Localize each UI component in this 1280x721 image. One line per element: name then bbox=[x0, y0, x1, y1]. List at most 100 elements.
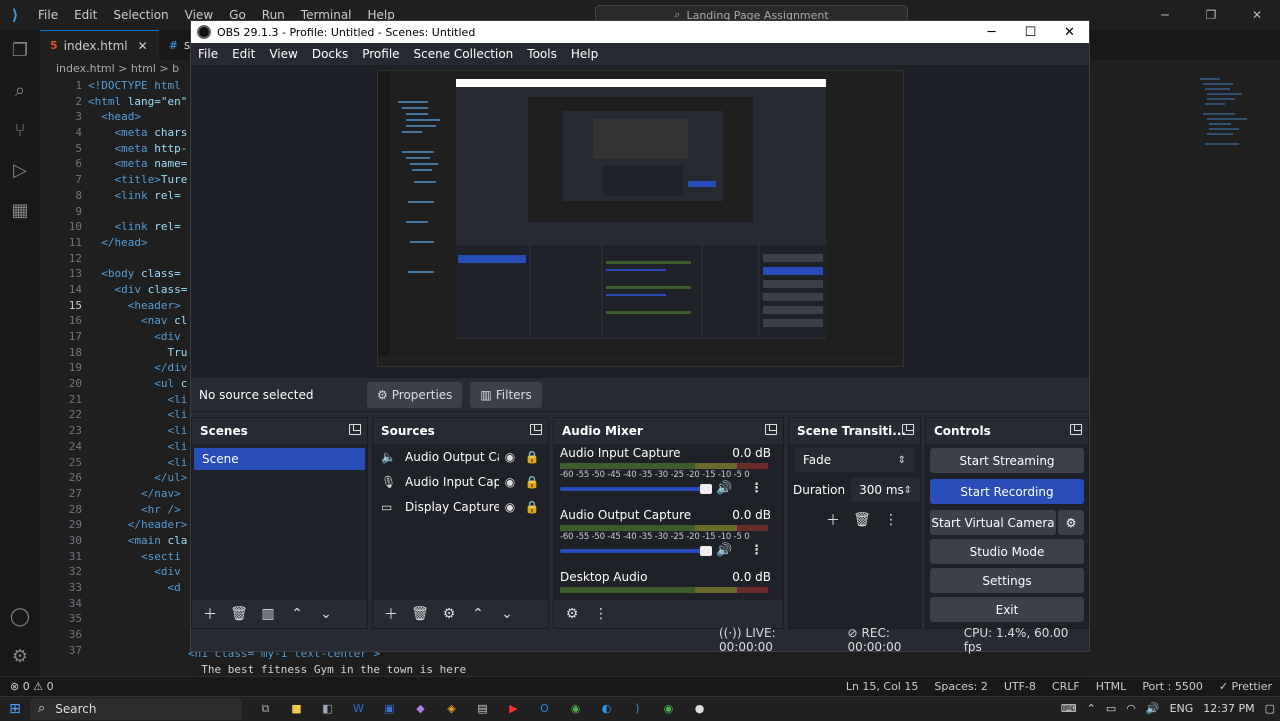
lock-icon[interactable]: 🔒 bbox=[521, 500, 543, 514]
slider-handle[interactable] bbox=[700, 546, 712, 556]
notification-icon[interactable]: ▢ bbox=[1265, 702, 1275, 715]
problems-indicator[interactable]: ⊗ 0 ⚠ 0 bbox=[0, 680, 54, 693]
word-icon[interactable]: W bbox=[343, 697, 374, 721]
trash-icon[interactable]: 🗑 bbox=[848, 508, 876, 532]
volume-icon[interactable]: 🔊 bbox=[716, 481, 732, 496]
vscode-taskbar-icon[interactable]: ⟩ bbox=[622, 697, 653, 721]
minimize-icon[interactable]: ─ bbox=[972, 25, 1011, 40]
settings-button[interactable]: Settings bbox=[930, 568, 1084, 593]
start-recording-button[interactable]: Start Recording bbox=[930, 479, 1084, 504]
advanced-audio-icon[interactable]: ⚙ bbox=[558, 602, 586, 626]
obs-taskbar-icon[interactable]: ● bbox=[684, 697, 715, 721]
filters-button[interactable]: ▥ Filters bbox=[470, 381, 542, 408]
add-icon[interactable]: ＋ bbox=[196, 602, 224, 626]
keyboard-icon[interactable]: ⌨ bbox=[1061, 702, 1077, 715]
chrome-icon[interactable]: ◉ bbox=[560, 697, 591, 721]
close-icon[interactable]: ✕ bbox=[1050, 25, 1089, 40]
extensions-icon[interactable]: ▦ bbox=[0, 190, 40, 230]
undock-icon[interactable] bbox=[349, 424, 361, 435]
outlook-icon[interactable]: O bbox=[529, 697, 560, 721]
close-tab-icon[interactable]: ✕ bbox=[138, 39, 148, 53]
chevron-up-icon[interactable]: ⌃ bbox=[283, 602, 311, 626]
undock-icon[interactable] bbox=[530, 424, 542, 435]
source-control-icon[interactable]: ⑂ bbox=[0, 110, 40, 150]
gear-icon[interactable]: ⚙ bbox=[0, 636, 40, 676]
obs-menu-item[interactable]: Docks bbox=[312, 47, 348, 61]
windows-start-icon[interactable]: ⊞ bbox=[0, 697, 30, 721]
volume-slider[interactable] bbox=[560, 549, 710, 553]
maximize-icon[interactable]: ☐ bbox=[1011, 25, 1050, 40]
trash-icon[interactable]: 🗑 bbox=[225, 602, 253, 626]
clock[interactable]: 12:37 PM bbox=[1203, 702, 1254, 715]
duration-spinbox[interactable]: 300 ms ⇕ bbox=[851, 478, 920, 502]
chevron-down-icon[interactable]: ⌄ bbox=[493, 602, 521, 626]
properties-button[interactable]: ⚙ Properties bbox=[367, 381, 463, 408]
tab-index-html[interactable]: 5 index.html ✕ bbox=[40, 30, 159, 60]
status-item[interactable]: HTML bbox=[1096, 680, 1127, 693]
vscode-menu-item[interactable]: Edit bbox=[74, 8, 97, 22]
trash-icon[interactable]: 🗑 bbox=[406, 602, 434, 626]
undock-icon[interactable] bbox=[902, 424, 914, 435]
obs-menu-item[interactable]: File bbox=[198, 47, 218, 61]
start-streaming-button[interactable]: Start Streaming bbox=[930, 448, 1084, 473]
stream-preview[interactable] bbox=[377, 70, 904, 367]
filter-icon[interactable]: ▥ bbox=[254, 602, 282, 626]
minimize-icon[interactable]: ─ bbox=[1142, 0, 1188, 30]
status-item[interactable]: CRLF bbox=[1052, 680, 1080, 693]
stepper-icon[interactable]: ⇕ bbox=[904, 485, 912, 496]
add-icon[interactable]: ＋ bbox=[377, 602, 405, 626]
close-icon[interactable]: ✕ bbox=[1234, 0, 1280, 30]
undock-icon[interactable] bbox=[765, 424, 777, 435]
app-icon[interactable]: ▣ bbox=[374, 697, 405, 721]
exit-button[interactable]: Exit bbox=[930, 597, 1084, 622]
status-item[interactable]: Port : 5500 bbox=[1142, 680, 1203, 693]
explorer-icon[interactable]: ❐ bbox=[0, 30, 40, 70]
obs-menu-item[interactable]: Scene Collection bbox=[414, 47, 514, 61]
lock-icon[interactable]: 🔒 bbox=[521, 475, 543, 489]
app-icon[interactable]: ◈ bbox=[436, 697, 467, 721]
wifi-icon[interactable]: ◠ bbox=[1126, 702, 1136, 715]
lock-icon[interactable]: 🔒 bbox=[521, 450, 543, 464]
app-icon[interactable]: ◆ bbox=[405, 697, 436, 721]
add-icon[interactable]: ＋ bbox=[819, 508, 847, 532]
gear-icon[interactable]: ⚙ bbox=[435, 602, 463, 626]
maximize-icon[interactable]: ❐ bbox=[1188, 0, 1234, 30]
language-indicator[interactable]: ENG bbox=[1170, 702, 1194, 715]
more-icon[interactable]: ⋮ bbox=[750, 481, 763, 496]
obs-menu-item[interactable]: Edit bbox=[232, 47, 255, 61]
app-icon[interactable]: ◧ bbox=[312, 697, 343, 721]
status-item[interactable]: Ln 15, Col 15 bbox=[846, 680, 919, 693]
eye-icon[interactable]: ◉ bbox=[499, 475, 521, 489]
more-icon[interactable]: ⋮ bbox=[750, 543, 763, 558]
undock-icon[interactable] bbox=[1070, 424, 1082, 435]
taskbar-search[interactable]: ⌕ Search bbox=[30, 697, 242, 720]
volume-icon[interactable]: 🔊 bbox=[716, 543, 732, 558]
obs-menu-item[interactable]: Help bbox=[571, 47, 598, 61]
more-icon[interactable]: ⋮ bbox=[877, 508, 905, 532]
battery-icon[interactable]: ▭ bbox=[1106, 702, 1116, 715]
calculator-icon[interactable]: ▤ bbox=[467, 697, 498, 721]
obs-menu-item[interactable]: View bbox=[269, 47, 297, 61]
search-icon[interactable]: ⌕ bbox=[0, 70, 40, 110]
transition-select[interactable]: Fade ⇕ bbox=[795, 448, 914, 472]
code-editor[interactable]: <!DOCTYPE html <html lang="en" <head> <me… bbox=[88, 78, 190, 678]
volume-slider[interactable] bbox=[560, 487, 710, 491]
file-explorer-icon[interactable]: ■ bbox=[281, 697, 312, 721]
status-item[interactable]: ✓ Prettier bbox=[1219, 680, 1272, 693]
chevron-up-icon[interactable]: ⌃ bbox=[464, 602, 492, 626]
source-item[interactable]: 🔈 Audio Output Capt ◉ 🔒 bbox=[373, 444, 548, 469]
vscode-menu-item[interactable]: Selection bbox=[113, 8, 168, 22]
source-item[interactable]: 🎙 Audio Input Captu ◉ 🔒 bbox=[373, 469, 548, 494]
start-virtual-camera-button[interactable]: Start Virtual Camera bbox=[930, 510, 1056, 535]
eye-icon[interactable]: ◉ bbox=[499, 450, 521, 464]
gear-icon[interactable]: ⚙ bbox=[1058, 510, 1084, 535]
task-view-icon[interactable]: ⧉ bbox=[250, 697, 281, 721]
obs-menu-item[interactable]: Profile bbox=[362, 47, 399, 61]
status-item[interactable]: Spaces: 2 bbox=[934, 680, 987, 693]
eye-icon[interactable]: ◉ bbox=[499, 500, 521, 514]
chevron-down-icon[interactable]: ⌄ bbox=[312, 602, 340, 626]
studio-mode-button[interactable]: Studio Mode bbox=[930, 539, 1084, 564]
obs-menu-item[interactable]: Tools bbox=[527, 47, 557, 61]
edge-icon[interactable]: ◐ bbox=[591, 697, 622, 721]
vscode-menu-item[interactable]: File bbox=[38, 8, 58, 22]
